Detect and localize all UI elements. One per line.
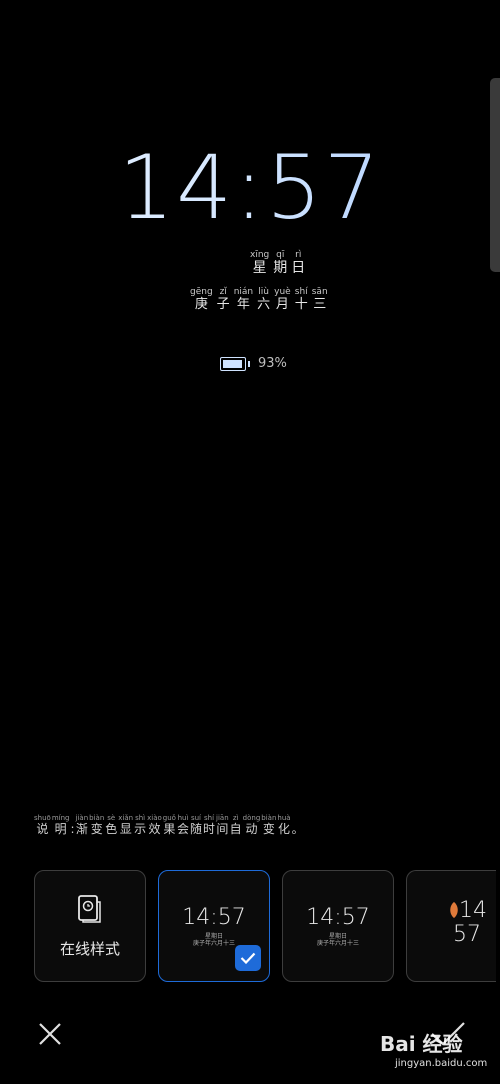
note-char: shì 示	[134, 814, 147, 836]
note-char: guǒ 果	[162, 814, 176, 836]
close-icon	[39, 1023, 61, 1045]
note-char: 。	[291, 822, 304, 836]
phone-clock-icon	[77, 894, 103, 928]
lunar-char: nián 年	[233, 287, 254, 312]
note-char: biàn 变	[261, 814, 277, 836]
weekday-char: xīng 星	[250, 250, 270, 276]
close-button[interactable]	[36, 1020, 64, 1048]
style-card-plain[interactable]: 14:57 星期日 庚子年六月十三	[282, 870, 394, 982]
clock-time: 14:57	[0, 136, 500, 239]
note-char: huà 化	[277, 814, 291, 836]
online-styles-label: 在线样式	[59, 939, 120, 958]
lunar-char: yuè 月	[274, 287, 291, 312]
note-char: biàn 变	[89, 814, 105, 836]
baidu-watermark-url: jingyan.baidu.com	[395, 1058, 488, 1069]
style-carousel[interactable]: 在线样式 14:57 星期日 庚子年六月十三 14:57 星期日 庚子年六月十三 1…	[34, 870, 496, 982]
note-char: xiǎn 显	[118, 814, 134, 836]
note-char: :	[70, 822, 75, 836]
lunar-char: sān 三	[311, 287, 328, 312]
lunar-char: gēng 庚	[190, 287, 213, 312]
battery-status: 93%	[220, 356, 287, 371]
weekday-display: xīng 星 qī 期 rì 日	[250, 250, 305, 276]
note-char: dòng 动	[242, 814, 261, 836]
description-note: shuō 说 míng 明 : jiàn 渐 biàn 变 sè 色 xiǎn 显 shì 示 xiào 效 g…	[34, 814, 304, 836]
note-char: jiàn 渐	[75, 814, 89, 836]
online-styles-card[interactable]: 在线样式	[34, 870, 146, 982]
battery-percent: 93%	[258, 356, 287, 371]
style-card-partial[interactable]: 14 57	[406, 870, 496, 982]
weekday-char: qī 期	[273, 250, 288, 276]
lunar-char: zǐ 子	[216, 287, 230, 312]
style-card-date-preview: 星期日 庚子年六月十三	[316, 933, 359, 947]
lunar-char: shí 十	[294, 287, 308, 312]
note-char: suí 随	[189, 814, 202, 836]
style-card-gradient[interactable]: 14:57 星期日 庚子年六月十三	[158, 870, 270, 982]
weekday-char: rì 日	[291, 250, 306, 276]
note-char: jiān 间	[216, 814, 229, 836]
note-char: huì 会	[176, 814, 189, 836]
note-char: sè 色	[105, 814, 118, 836]
note-char: xiào 效	[147, 814, 162, 836]
selected-check-icon	[235, 945, 261, 971]
battery-icon	[220, 356, 246, 371]
lunar-char: liù 六	[257, 287, 271, 312]
style-card-time: 14:57	[306, 905, 370, 930]
note-char: míng 明	[51, 814, 70, 836]
note-char: zì 自	[229, 814, 242, 836]
lunar-date-display: gēng 庚 zǐ 子 nián 年 liù 六 yuè 月 shí 十 sān 三	[190, 287, 328, 313]
style-card-time: 14:57	[182, 905, 246, 930]
style-card-time-partial: 14 57	[453, 898, 487, 947]
note-char: shuō 说	[34, 814, 51, 836]
note-char: shí 时	[203, 814, 216, 836]
baidu-watermark: Bai 经验	[380, 1032, 463, 1056]
